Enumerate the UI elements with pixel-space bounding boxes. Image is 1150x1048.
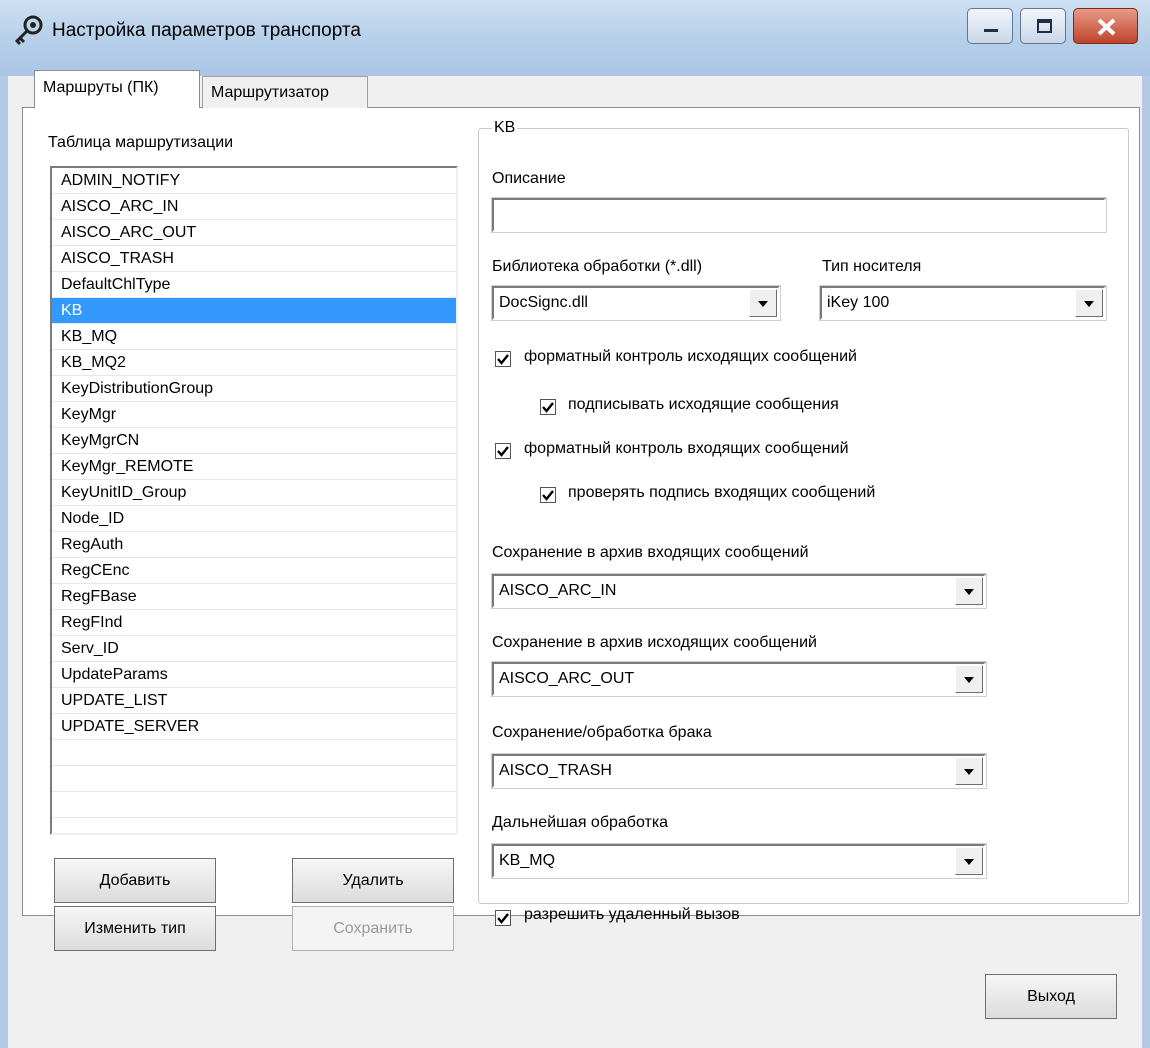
sign-outgoing-checkbox[interactable] (540, 399, 556, 415)
outgoing-format-label[interactable]: форматный контроль исходящих сообщений (524, 348, 857, 366)
title-bar[interactable]: Настройка параметров транспорта (0, 0, 1150, 76)
library-select[interactable]: DocSignc.dll (491, 285, 781, 321)
list-item[interactable]: KB (52, 298, 456, 324)
archive-out-select[interactable]: AISCO_ARC_OUT (491, 661, 987, 697)
list-item[interactable]: DefaultChlType (52, 272, 456, 298)
delete-button[interactable]: Удалить (292, 858, 454, 903)
checkmark-icon (497, 913, 509, 924)
minimize-button[interactable] (967, 8, 1013, 44)
window-frame-left (0, 76, 8, 1048)
media-type-label: Тип носителя (822, 258, 922, 275)
sign-outgoing-label[interactable]: подписывать исходящие сообщения (568, 396, 839, 414)
chevron-down-icon[interactable] (955, 665, 983, 693)
list-item[interactable]: KeyMgrCN (52, 428, 456, 454)
group-title: KB (492, 118, 518, 138)
minimize-icon (984, 29, 998, 32)
archive-out-label: Сохранение в архив исходящих сообщений (492, 634, 817, 651)
remote-call-label[interactable]: разрешить удаленный вызов (524, 906, 740, 924)
list-item[interactable]: AISCO_TRASH (52, 246, 456, 272)
restore-button[interactable] (1020, 8, 1066, 44)
empty-list-row (52, 740, 456, 766)
media-type-select-value: iKey 100 (827, 294, 890, 311)
save-button[interactable]: Сохранить (292, 906, 454, 951)
remote-call-checkbox[interactable] (495, 910, 511, 926)
reject-label: Сохранение/обработка брака (492, 724, 712, 741)
list-item[interactable]: KeyMgr (52, 402, 456, 428)
list-item[interactable]: RegFBase (52, 584, 456, 610)
media-type-select[interactable]: iKey 100 (819, 285, 1107, 321)
list-item[interactable]: RegAuth (52, 532, 456, 558)
chevron-down-icon[interactable] (749, 289, 777, 317)
further-processing-label: Дальнейшая обработка (492, 814, 669, 831)
list-item[interactable]: UPDATE_LIST (52, 688, 456, 714)
list-item[interactable]: RegFInd (52, 610, 456, 636)
list-item[interactable]: KeyDistributionGroup (52, 376, 456, 402)
library-label: Библиотека обработки (*.dll) (492, 258, 703, 275)
key-icon (12, 14, 46, 48)
outgoing-format-checkbox[interactable] (495, 351, 511, 367)
list-item[interactable]: Node_ID (52, 506, 456, 532)
chevron-down-icon[interactable] (1075, 289, 1103, 317)
description-label: Описание (492, 170, 566, 187)
change-type-button[interactable]: Изменить тип (54, 906, 216, 951)
add-button[interactable]: Добавить (54, 858, 216, 903)
chevron-down-icon[interactable] (955, 847, 983, 875)
list-item[interactable]: Serv_ID (52, 636, 456, 662)
list-item[interactable]: KB_MQ2 (52, 350, 456, 376)
list-item[interactable]: AISCO_ARC_IN (52, 194, 456, 220)
list-item[interactable]: UPDATE_SERVER (52, 714, 456, 740)
empty-list-row (52, 792, 456, 818)
list-item[interactable]: AISCO_ARC_OUT (52, 220, 456, 246)
chevron-down-icon[interactable] (955, 577, 983, 605)
incoming-format-checkbox[interactable] (495, 443, 511, 459)
further-processing-select-value: KB_MQ (499, 852, 556, 869)
reject-select-value: AISCO_TRASH (499, 762, 612, 779)
list-item[interactable]: KB_MQ (52, 324, 456, 350)
archive-in-label: Сохранение в архив входящих сообщений (492, 544, 809, 561)
incoming-format-label[interactable]: форматный контроль входящих сообщений (524, 440, 849, 458)
window-title: Настройка параметров транспорта (52, 20, 361, 41)
archive-in-select-value: AISCO_ARC_IN (499, 582, 617, 599)
chevron-down-icon[interactable] (955, 757, 983, 785)
close-icon (1097, 18, 1116, 36)
checkmark-icon (497, 446, 509, 457)
archive-out-select-value: AISCO_ARC_OUT (499, 670, 635, 687)
reject-select[interactable]: AISCO_TRASH (491, 753, 987, 789)
verify-incoming-label[interactable]: проверять подпись входящих сообщений (568, 484, 875, 502)
close-button[interactable] (1073, 8, 1138, 44)
routing-table-list[interactable]: ADMIN_NOTIFY AISCO_ARC_IN AISCO_ARC_OUT AIS… (50, 166, 458, 835)
restore-icon (1037, 19, 1052, 33)
list-item[interactable]: ADMIN_NOTIFY (52, 168, 456, 194)
tab-router[interactable]: Маршрутизатор (202, 76, 368, 108)
checkmark-icon (497, 354, 509, 365)
archive-in-select[interactable]: AISCO_ARC_IN (491, 573, 987, 609)
list-item[interactable]: RegCEnc (52, 558, 456, 584)
window-frame-right (1142, 76, 1150, 1048)
further-processing-select[interactable]: KB_MQ (491, 843, 987, 879)
exit-button[interactable]: Выход (985, 974, 1117, 1019)
routing-table-label: Таблица маршрутизации (48, 134, 234, 151)
list-item[interactable]: KeyUnitID_Group (52, 480, 456, 506)
verify-incoming-checkbox[interactable] (540, 487, 556, 503)
empty-list-row (52, 766, 456, 792)
list-item[interactable]: UpdateParams (52, 662, 456, 688)
checkmark-icon (542, 490, 554, 501)
checkmark-icon (542, 402, 554, 413)
library-select-value: DocSignc.dll (499, 294, 588, 311)
description-input[interactable] (491, 197, 1107, 233)
tab-routes[interactable]: Маршруты (ПК) (34, 70, 200, 108)
list-item[interactable]: KeyMgr_REMOTE (52, 454, 456, 480)
